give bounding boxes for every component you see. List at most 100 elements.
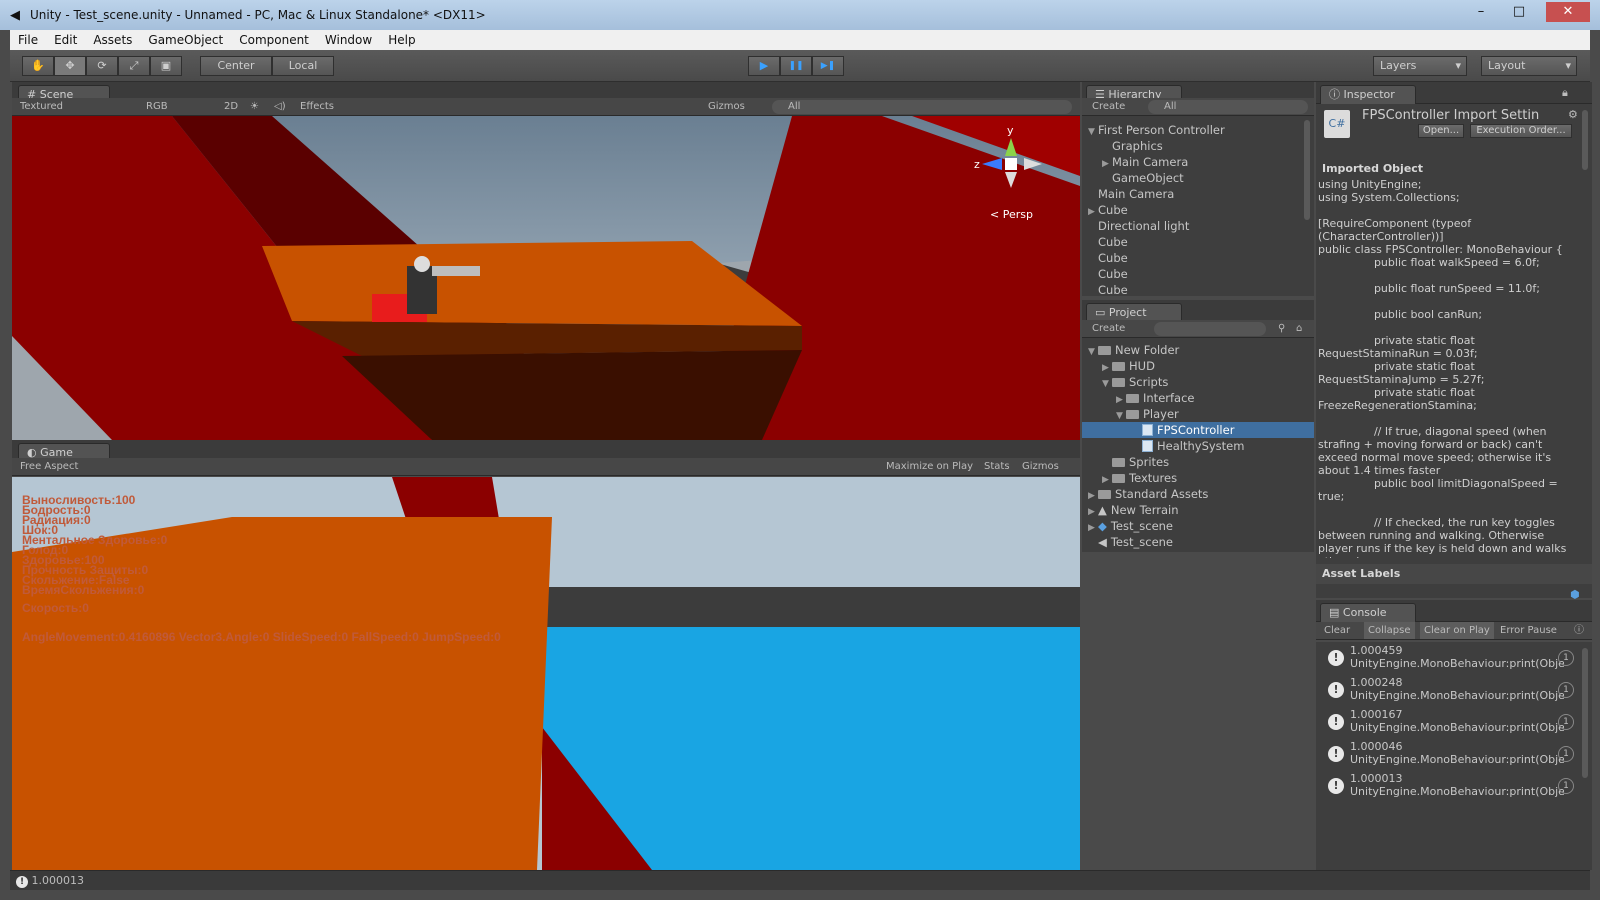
info-filter-icon[interactable]: ⓘ xyxy=(1574,622,1584,639)
filter-label-icon[interactable]: ⌂ xyxy=(1296,320,1302,337)
step-button[interactable]: ▶❚ xyxy=(812,56,844,76)
project-search-input[interactable] xyxy=(1154,322,1266,336)
game-viewport[interactable]: Выносливость:100 Бодрость:0 Радиация:0 Ш… xyxy=(12,477,1080,870)
tree-item[interactable]: ▶ Interface xyxy=(1116,390,1195,406)
log-info-icon: ! xyxy=(1328,778,1344,794)
inspector-tabbar: ⓘ Inspector 🔒︎ xyxy=(1316,82,1592,104)
play-button[interactable]: ▶ xyxy=(748,56,780,76)
hand-tool-icon[interactable]: ✋ xyxy=(22,56,54,76)
lock-icon[interactable]: 🔒︎ xyxy=(1562,86,1568,100)
close-button[interactable]: ✕ xyxy=(1546,2,1590,22)
mode-2d-toggle[interactable]: 2D xyxy=(224,98,238,115)
tree-item-selected[interactable]: FPSController xyxy=(1082,422,1314,438)
scene-viewport[interactable]: y z < Persp xyxy=(12,116,1080,440)
rect-tool-icon[interactable]: ▣ xyxy=(150,56,182,76)
move-tool-icon[interactable]: ✥ xyxy=(54,56,86,76)
pause-button[interactable]: ❚❚ xyxy=(780,56,812,76)
hierarchy-create-dropdown[interactable]: Create xyxy=(1092,98,1125,115)
item-label: New Folder xyxy=(1115,343,1180,357)
menu-assets[interactable]: Assets xyxy=(85,33,140,47)
console-icon: ▤ xyxy=(1329,606,1340,619)
list-item[interactable]: Cube xyxy=(1098,234,1128,250)
tree-item[interactable]: ▶ Standard Assets xyxy=(1088,486,1208,502)
rotate-tool-icon[interactable]: ⟳ xyxy=(86,56,118,76)
tree-item[interactable]: ▶ Textures xyxy=(1102,470,1177,486)
imported-object-heading: Imported Object xyxy=(1322,162,1424,175)
menu-help[interactable]: Help xyxy=(380,33,423,47)
list-item[interactable]: ▶ Cube xyxy=(1088,202,1128,218)
scene-search-input[interactable]: All xyxy=(772,100,1072,114)
info-icon: ⓘ xyxy=(1329,88,1340,101)
folder-icon xyxy=(1112,474,1125,483)
list-item[interactable]: Main Camera xyxy=(1098,186,1174,202)
tree-item[interactable]: ▶ HUD xyxy=(1102,358,1155,374)
menu-component[interactable]: Component xyxy=(231,33,317,47)
open-button[interactable]: Open... xyxy=(1418,124,1464,138)
execution-order-button[interactable]: Execution Order... xyxy=(1470,124,1572,138)
menu-file[interactable]: File xyxy=(10,33,46,47)
list-item[interactable]: GameObject xyxy=(1112,170,1184,186)
gear-icon[interactable]: ⚙ xyxy=(1568,108,1578,121)
console-clear-on-play-toggle[interactable]: Clear on Play xyxy=(1420,622,1494,639)
tree-item[interactable]: ◀ Test_scene xyxy=(1098,534,1173,550)
tree-item[interactable]: ▶ ▲ New Terrain xyxy=(1088,502,1179,518)
item-label: Sprites xyxy=(1129,455,1170,469)
tree-item[interactable]: ▼ Scripts xyxy=(1102,374,1168,390)
shading-mode-dropdown[interactable]: Textured xyxy=(20,98,63,115)
list-item[interactable]: Directional light xyxy=(1098,218,1189,234)
hierarchy-scrollbar[interactable] xyxy=(1304,120,1310,220)
project-create-dropdown[interactable]: Create xyxy=(1092,320,1125,337)
tree-item[interactable]: ▼ New Folder xyxy=(1088,342,1179,358)
list-item[interactable]: Cube xyxy=(1098,250,1128,266)
menu-gameobject[interactable]: GameObject xyxy=(140,33,231,47)
console-clear-button[interactable]: Clear xyxy=(1324,622,1350,639)
aspect-dropdown[interactable]: Free Aspect xyxy=(20,458,78,475)
effects-dropdown[interactable]: Effects xyxy=(300,98,334,115)
minimize-button[interactable]: – xyxy=(1462,2,1500,22)
layout-dropdown[interactable]: Layout ▾ xyxy=(1481,56,1577,76)
tree-item[interactable]: ▼ Player xyxy=(1116,406,1179,422)
menu-edit[interactable]: Edit xyxy=(46,33,85,47)
tree-item[interactable]: ▶ ◆ Test_scene xyxy=(1088,518,1173,534)
list-item[interactable]: Cube xyxy=(1098,266,1128,282)
gizmos-dropdown[interactable]: Gizmos xyxy=(708,98,745,115)
console-scrollbar[interactable] xyxy=(1582,648,1588,778)
console-collapse-toggle[interactable]: Collapse xyxy=(1364,622,1415,639)
tab-console[interactable]: ▤ Console xyxy=(1320,603,1416,622)
rgb-dropdown[interactable]: RGB xyxy=(146,98,168,115)
inspector-scrollbar[interactable] xyxy=(1582,110,1588,170)
tree-item[interactable]: Sprites xyxy=(1112,454,1169,470)
list-item[interactable]: Graphics xyxy=(1112,138,1163,154)
light-toggle-icon[interactable]: ☀ xyxy=(250,98,259,115)
log-entry[interactable]: ! 1.000167 UnityEngine.MonoBehaviour:pri… xyxy=(1316,706,1582,738)
list-item[interactable]: ▶ Main Camera xyxy=(1102,154,1188,170)
log-entry[interactable]: ! 1.000459 UnityEngine.MonoBehaviour:pri… xyxy=(1316,642,1582,674)
status-bar[interactable]: ! 1.000013 xyxy=(10,870,1590,890)
collapse-arrow-icon: ▶ xyxy=(1088,207,1095,217)
hierarchy-search-input[interactable]: All xyxy=(1148,100,1308,114)
audio-toggle-icon[interactable]: ◁) xyxy=(274,98,286,115)
pivot-center-button[interactable]: Center xyxy=(200,56,272,76)
menu-window[interactable]: Window xyxy=(317,33,380,47)
persp-label[interactable]: < Persp xyxy=(990,208,1033,221)
gizmo-center[interactable] xyxy=(1005,158,1017,170)
tab-inspector[interactable]: ⓘ Inspector xyxy=(1320,85,1416,104)
log-info-icon: ! xyxy=(1328,746,1344,762)
list-item[interactable]: Cube xyxy=(1098,282,1128,294)
list-item[interactable]: ▼ First Person Controller xyxy=(1088,122,1225,138)
filter-type-icon[interactable]: ⚲ xyxy=(1278,320,1285,337)
log-detail: UnityEngine.MonoBehaviour:print(Object) xyxy=(1350,721,1564,734)
log-entry[interactable]: ! 1.000248 UnityEngine.MonoBehaviour:pri… xyxy=(1316,674,1582,706)
log-entry[interactable]: ! 1.000013 UnityEngine.MonoBehaviour:pri… xyxy=(1316,770,1582,802)
maximize-on-play-toggle[interactable]: Maximize on Play xyxy=(886,458,973,475)
layers-dropdown[interactable]: Layers ▾ xyxy=(1373,56,1467,76)
maximize-button[interactable]: □ xyxy=(1500,2,1538,22)
scene-gizmo[interactable]: y z < Persp xyxy=(972,124,1062,221)
console-error-pause-toggle[interactable]: Error Pause xyxy=(1500,622,1557,639)
scale-tool-icon[interactable]: ⤢ xyxy=(118,56,150,76)
stats-toggle[interactable]: Stats xyxy=(984,458,1010,475)
game-gizmos-dropdown[interactable]: Gizmos xyxy=(1022,458,1059,475)
pivot-local-button[interactable]: Local xyxy=(272,56,334,76)
log-entry[interactable]: ! 1.000046 UnityEngine.MonoBehaviour:pri… xyxy=(1316,738,1582,770)
tree-item[interactable]: HealthySystem xyxy=(1142,438,1244,454)
